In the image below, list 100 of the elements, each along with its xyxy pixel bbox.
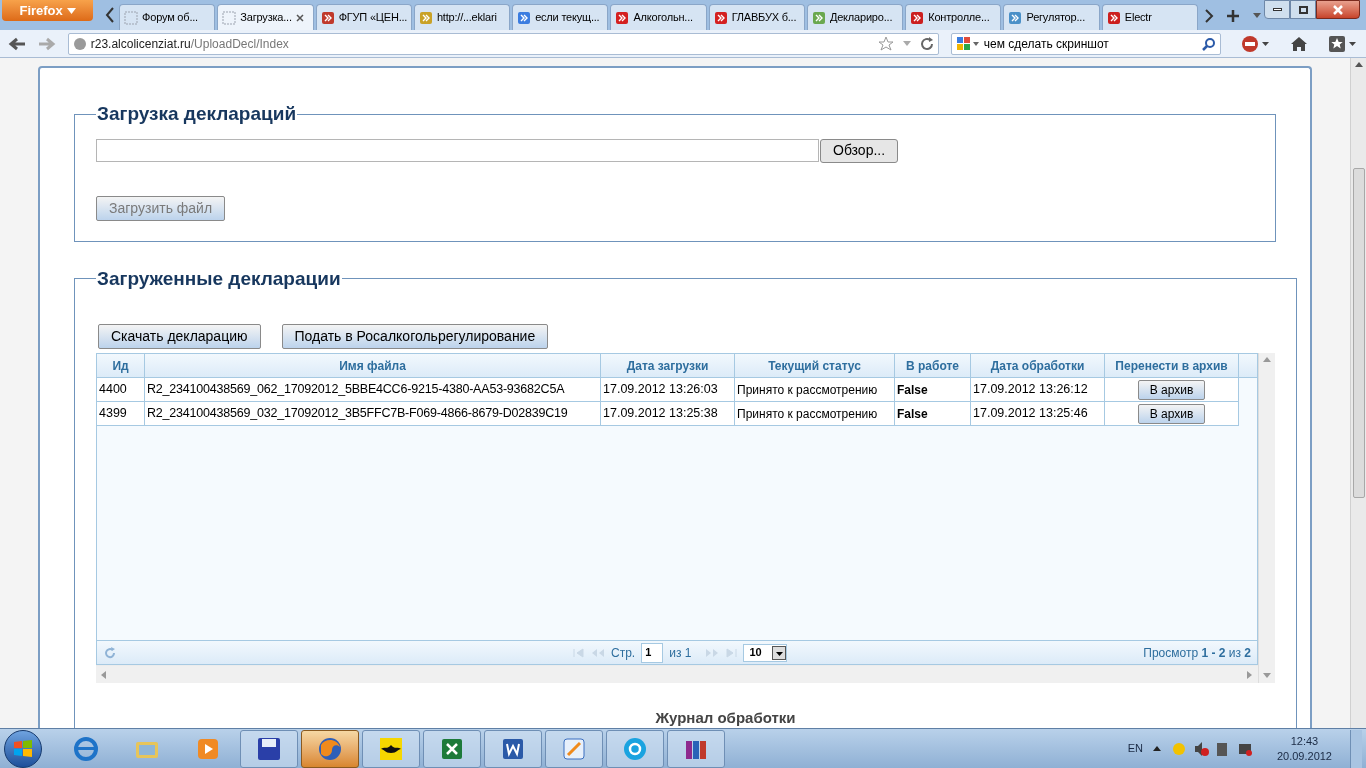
scroll-right-icon[interactable] <box>1247 670 1253 679</box>
page-icon <box>124 10 139 25</box>
site-icon <box>910 10 925 25</box>
records-summary: Просмотр 1 - 2 из 2 <box>1143 644 1251 662</box>
browse-button[interactable]: Обзор... <box>820 138 899 163</box>
address-field[interactable]: r23.alcolicenziat.ru/UploadDecl/Index <box>67 32 939 55</box>
show-desktop-button[interactable] <box>1350 729 1362 768</box>
start-button[interactable] <box>4 729 42 768</box>
search-field[interactable]: чем сделать скриншот <box>950 32 1221 55</box>
clock-date[interactable]: 20.09.2012 <box>1276 748 1332 764</box>
taskbar-app[interactable] <box>240 729 298 768</box>
dropdown-icon <box>66 7 76 14</box>
table-cell: 17.09.2012 13:25:38 <box>601 402 735 425</box>
tab-label: Форум об... <box>142 10 198 26</box>
tab-label: http://...eklari <box>436 10 497 26</box>
browser-tab[interactable]: если текущ... <box>512 4 609 30</box>
column-header[interactable]: Дата загрузки <box>601 354 735 377</box>
site-icon <box>713 10 728 25</box>
browser-tab[interactable]: Регулятор... <box>1003 4 1100 30</box>
browser-tab[interactable]: Алкогольн... <box>610 4 707 30</box>
tab-label: если текущ... <box>535 10 600 26</box>
site-icon <box>615 10 630 25</box>
plus-icon[interactable] <box>1226 9 1240 23</box>
tab-label: Загрузка... <box>240 10 292 26</box>
close-icon[interactable] <box>295 13 304 22</box>
table-cell: 4400 <box>97 378 145 401</box>
taskbar-app[interactable] <box>484 729 542 768</box>
table-cell: 17.09.2012 13:26:03 <box>601 378 735 401</box>
site-icon <box>517 10 532 25</box>
site-icon <box>1106 10 1121 25</box>
browser-tab[interactable]: Деклариро... <box>806 4 904 30</box>
browser-tab[interactable]: ГЛАВБУХ б... <box>708 4 805 30</box>
site-icon <box>1008 10 1023 25</box>
page-label: Стр. <box>611 644 636 662</box>
page-number-field[interactable]: 1 <box>641 642 664 663</box>
column-header[interactable]: В работе <box>895 354 971 377</box>
taskbar-app[interactable] <box>362 729 420 768</box>
chevron-right-icon[interactable] <box>1204 8 1214 24</box>
close-button[interactable] <box>1316 0 1360 19</box>
action-button[interactable]: Подать в Росалкогольрегулирование <box>281 324 549 349</box>
archive-button[interactable]: В архив <box>1138 379 1205 400</box>
search-query: чем сделать скриншот <box>983 35 1109 53</box>
tab-label: Electr <box>1124 10 1152 26</box>
browser-tab[interactable]: ФГУП «ЦЕН... <box>315 4 412 30</box>
site-icon <box>320 10 335 25</box>
search-icon[interactable] <box>1201 36 1216 51</box>
tab-label: ГЛАВБУХ б... <box>731 10 797 26</box>
caret-up-icon[interactable] <box>1152 745 1161 752</box>
browser-tab[interactable]: Загрузка... <box>217 4 314 30</box>
column-header[interactable]: Перенести в архив <box>1105 354 1239 377</box>
browser-tab[interactable]: http://...eklari <box>413 4 511 30</box>
clock-time[interactable]: 12:43 <box>1290 733 1319 749</box>
column-header[interactable]: Ид <box>97 354 145 377</box>
minimize-button[interactable] <box>1264 0 1290 19</box>
reload-icon[interactable] <box>919 36 934 51</box>
tab-label: ФГУП «ЦЕН... <box>338 10 408 26</box>
page-scrollbar[interactable] <box>1350 58 1366 728</box>
table-cell: 17.09.2012 13:26:12 <box>971 378 1105 401</box>
close-icon <box>1333 4 1343 15</box>
vertical-scrollbar[interactable] <box>1258 353 1275 683</box>
page-size-select[interactable]: 10 <box>743 643 788 662</box>
browser-tab[interactable]: Форум об... <box>119 4 216 30</box>
browser-tab[interactable]: Контролле... <box>905 4 1002 30</box>
table-cell: R2_234100438569_062_17092012_5BBE4CC6-9215-4380-AA53-93682C5A <box>145 378 601 401</box>
dropdown-icon[interactable] <box>901 39 912 48</box>
tab-label: Контролле... <box>928 10 990 26</box>
url-text: r23.alcolicenziat.ru/UploadDecl/Index <box>90 35 289 53</box>
windows-logo-icon <box>13 739 33 758</box>
browser-tab[interactable]: Electr <box>1101 4 1198 30</box>
site-icon <box>418 10 433 25</box>
tab-label: Деклариро... <box>829 10 893 26</box>
adblock-icon[interactable] <box>1240 34 1271 53</box>
journal-title: Журнал обработки <box>655 708 796 728</box>
column-header[interactable]: Имя файла <box>145 354 601 377</box>
star-icon[interactable] <box>877 35 894 52</box>
dropdown-icon <box>772 645 787 660</box>
column-header[interactable]: Текущий статус <box>735 354 895 377</box>
table-cell: False <box>895 378 971 401</box>
scroll-down-icon[interactable] <box>1263 673 1271 679</box>
scroll-up-icon[interactable] <box>1354 62 1363 68</box>
scroll-thumb[interactable] <box>1352 168 1365 498</box>
restore-button[interactable] <box>1290 0 1316 19</box>
globe-icon <box>72 36 87 51</box>
back-arrow-icon[interactable] <box>8 35 26 52</box>
column-header[interactable]: Дата обработки <box>971 354 1105 377</box>
bookmarks-icon[interactable] <box>1328 34 1358 53</box>
archive-button[interactable]: В архив <box>1138 403 1205 424</box>
language-indicator[interactable]: EN <box>1127 740 1143 757</box>
home-icon[interactable] <box>1290 35 1309 52</box>
page-icon <box>222 10 237 25</box>
site-icon <box>811 10 826 25</box>
browser-icon <box>72 734 100 763</box>
action-button[interactable]: Скачать декларацию <box>98 324 261 349</box>
forward-arrow-icon[interactable] <box>37 35 56 52</box>
horizontal-scrollbar[interactable] <box>96 666 1258 683</box>
table-cell: R2_234100438569_032_17092012_3B5FFC7B-F069-4866-8679-D02839C19 <box>145 402 601 425</box>
file-path-field[interactable] <box>96 139 819 162</box>
tab-label: Алкогольн... <box>633 10 693 26</box>
search-engine-icon[interactable] <box>955 35 980 52</box>
dropdown-icon[interactable] <box>1252 12 1262 20</box>
